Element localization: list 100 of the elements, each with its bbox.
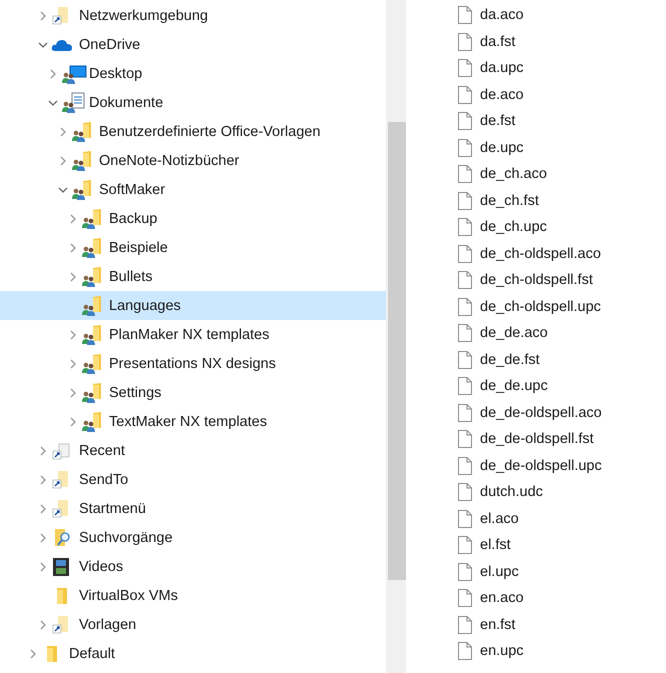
file-icon	[458, 562, 472, 581]
file-name[interactable]: el.upc	[480, 564, 519, 580]
chevron-icon[interactable]	[38, 10, 48, 20]
file-name[interactable]: de.fst	[480, 113, 516, 130]
file-icon	[458, 218, 472, 236]
file-icon	[458, 138, 472, 157]
file-icon	[458, 510, 472, 528]
file-name[interactable]: de_ch.fst	[480, 192, 539, 209]
tree-item[interactable]: PlanMaker NX templates	[0, 320, 386, 349]
chevron-icon[interactable]	[38, 620, 48, 630]
film-icon	[51, 556, 71, 578]
file-icon	[458, 112, 472, 130]
file-icon	[458, 589, 472, 608]
tree-item[interactable]: Presentations NX designs	[0, 349, 386, 378]
file-name[interactable]: da.aco	[480, 7, 524, 24]
scrollbar-track[interactable]	[386, 0, 406, 673]
chevron-icon[interactable]	[58, 184, 68, 194]
chevron-icon[interactable]	[68, 242, 78, 252]
chevron-icon[interactable]	[48, 98, 58, 108]
file-name[interactable]: de_ch-oldspell.aco	[480, 246, 601, 262]
file-icon	[458, 298, 472, 316]
scrollbar-thumb[interactable]	[388, 122, 406, 580]
chevron-icon[interactable]	[68, 388, 78, 398]
file-name[interactable]: de_de-oldspell.aco	[480, 404, 602, 421]
chevron-icon[interactable]	[68, 330, 78, 340]
file-icon	[458, 271, 472, 290]
tree-item[interactable]: Netzwerkumgebung	[0, 1, 386, 30]
shared-documents-icon	[61, 92, 87, 114]
file-icon	[458, 165, 472, 184]
tree-item[interactable]: Beispiele	[0, 233, 386, 262]
chevron-icon[interactable]	[38, 446, 48, 456]
file-name[interactable]: de.upc	[480, 140, 524, 156]
chevron-icon[interactable]	[58, 126, 68, 136]
file-icon	[458, 192, 472, 210]
chevron-icon[interactable]	[48, 68, 58, 78]
tree-item[interactable]: TextMaker NX templates	[0, 407, 386, 436]
tree-item[interactable]: SendTo	[0, 465, 386, 494]
file-icon	[458, 536, 472, 554]
file-icon	[458, 642, 472, 660]
tree-item[interactable]: Settings	[0, 378, 386, 407]
chevron-icon[interactable]	[68, 214, 78, 224]
file-name[interactable]: en.fst	[480, 616, 516, 633]
file-icon	[458, 244, 472, 263]
file-icon	[458, 324, 472, 342]
file-icon	[458, 430, 472, 448]
file-name[interactable]: de_de-oldspell.upc	[480, 458, 602, 474]
tree-item[interactable]: Startmenü	[0, 494, 386, 523]
tree-item[interactable]: SoftMaker	[0, 175, 386, 204]
tree-item[interactable]: Recent	[0, 436, 386, 465]
tree-item[interactable]: Languages	[0, 291, 386, 320]
file-name[interactable]: en.aco	[480, 590, 524, 606]
file-icon	[458, 404, 472, 422]
file-icon	[458, 59, 472, 78]
tree-item[interactable]: Vorlagen	[0, 610, 386, 639]
cloud-icon	[51, 38, 73, 52]
file-icon	[458, 350, 472, 369]
chevron-icon[interactable]	[38, 562, 48, 572]
tree-item[interactable]: Desktop	[0, 59, 386, 88]
chevron-icon[interactable]	[38, 504, 48, 514]
file-icon	[458, 456, 472, 475]
tree-item[interactable]: OneDrive	[0, 30, 386, 59]
file-name[interactable]: el.aco	[480, 510, 519, 527]
chevron-icon[interactable]	[38, 40, 48, 50]
file-icon	[458, 616, 472, 634]
tree-item[interactable]: Dokumente	[0, 88, 386, 117]
tree-item[interactable]: Suchvorgänge	[0, 523, 386, 552]
file-icon	[458, 32, 472, 51]
file-name[interactable]: en.upc	[480, 643, 524, 660]
file-name[interactable]: de_ch.aco	[480, 166, 547, 182]
chevron-icon[interactable]	[68, 416, 78, 426]
tree-item[interactable]: Default	[0, 639, 386, 668]
chevron-icon[interactable]	[68, 272, 78, 282]
file-name[interactable]: de_ch-oldspell.fst	[480, 272, 593, 288]
file-icon	[458, 483, 472, 502]
chevron-icon[interactable]	[38, 474, 48, 484]
tree-item[interactable]: OneNote-Notizbücher	[0, 146, 386, 175]
file-name[interactable]: de_de.upc	[480, 378, 548, 394]
file-name[interactable]: dutch.udc	[480, 484, 543, 500]
chevron-icon[interactable]	[38, 532, 48, 542]
tree-item[interactable]: Bullets	[0, 262, 386, 291]
tree-item[interactable]: Backup	[0, 204, 386, 233]
shared-desktop-icon	[61, 62, 87, 84]
file-name[interactable]: de.aco	[480, 86, 524, 103]
file-name[interactable]: da.upc	[480, 60, 524, 76]
file-name[interactable]: de_ch.upc	[480, 219, 547, 236]
chevron-icon[interactable]	[28, 648, 38, 658]
file-name[interactable]: el.fst	[480, 537, 511, 554]
tree-item[interactable]: Videos	[0, 552, 386, 581]
file-name[interactable]: de_de.fst	[480, 352, 540, 368]
tree-item[interactable]: Benutzerdefinierte Office-Vorlagen	[0, 117, 386, 146]
file-name[interactable]: de_ch-oldspell.upc	[480, 298, 601, 315]
chevron-icon[interactable]	[68, 358, 78, 368]
file-name[interactable]: de_de-oldspell.fst	[480, 431, 594, 448]
file-icon	[458, 6, 472, 24]
file-icon	[458, 377, 472, 396]
file-icon	[458, 86, 472, 104]
chevron-icon[interactable]	[58, 156, 68, 166]
file-name[interactable]: da.fst	[480, 34, 516, 50]
tree-item[interactable]: VirtualBox VMs	[0, 581, 386, 610]
file-name[interactable]: de_de.aco	[480, 325, 548, 342]
